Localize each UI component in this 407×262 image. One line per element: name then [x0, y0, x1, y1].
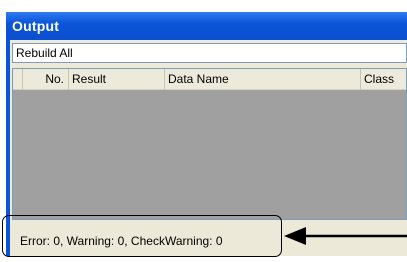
window-title: Output	[12, 18, 60, 34]
status-callout-box	[2, 215, 282, 257]
callout-arrow-icon	[284, 227, 407, 245]
build-type-value: Rebuild All	[16, 46, 73, 60]
column-header-blank[interactable]	[13, 69, 23, 89]
result-list[interactable]: No. Result Data Name Class	[12, 68, 407, 220]
list-header: No. Result Data Name Class	[13, 69, 406, 90]
build-type-select[interactable]: Rebuild All	[12, 43, 407, 63]
title-bar[interactable]: Output	[6, 12, 407, 40]
column-header-result[interactable]: Result	[69, 69, 165, 89]
column-header-no[interactable]: No.	[23, 69, 69, 89]
column-header-class[interactable]: Class	[361, 69, 406, 89]
column-header-data-name[interactable]: Data Name	[165, 69, 361, 89]
